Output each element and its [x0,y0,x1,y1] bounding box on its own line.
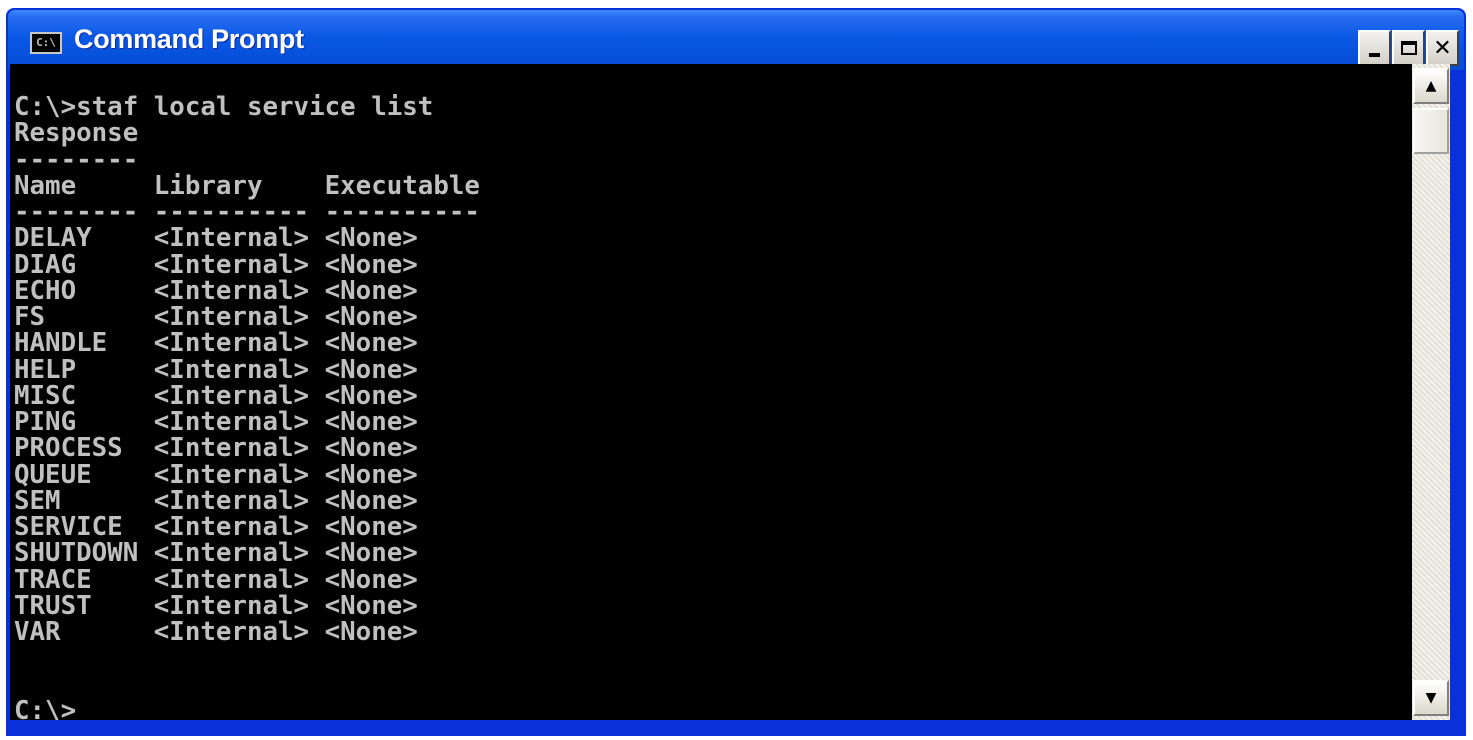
console-line: FS <Internal> <None> [14,302,418,332]
console-line: SEM <Internal> <None> [14,485,418,516]
maximize-button[interactable] [1392,30,1425,66]
console-line: MISC <Internal> <None> [14,380,418,411]
command-prompt-line[interactable]: C:\> [14,697,1412,720]
title-bar[interactable]: C:\ Command Prompt ✕ [8,10,1464,70]
console-line: VAR <Internal> <None> [14,617,418,647]
console-app-icon[interactable]: C:\ [30,32,62,54]
close-button[interactable]: ✕ [1426,30,1459,66]
console-line: HANDLE <Internal> <None> [14,328,418,359]
console-line: TRACE <Internal> <None> [14,564,418,595]
console-line: -------- ---------- ---------- [14,197,480,227]
console-line: PROCESS <Internal> <None> [14,433,418,464]
console-line: SERVICE <Internal> <None> [14,512,418,542]
console-line: SHUTDOWN <Internal> <None> [14,538,418,569]
maximize-icon [1400,41,1417,55]
window-title: Command Prompt [74,24,304,54]
console-line: PING <Internal> <None> [14,407,418,437]
minimize-icon [1369,53,1380,57]
scroll-down-button[interactable]: ▼ [1413,680,1449,716]
scrollbar-thumb[interactable] [1413,108,1449,154]
console-line: -------- [14,144,139,175]
console-line: Response [14,118,139,149]
console-line: ECHO <Internal> <None> [14,275,418,306]
console-line: QUEUE <Internal> <None> [14,459,418,490]
console-line: DIAG <Internal> <None> [14,249,418,280]
minimize-button[interactable] [1358,30,1391,66]
console-output[interactable]: C:\>staf local service list Response -----… [10,64,1412,720]
arrow-up-icon: ▲ [1425,78,1437,94]
close-icon: ✕ [1433,35,1452,61]
arrow-down-icon: ▼ [1425,690,1437,706]
console-line: DELAY <Internal> <None> [14,223,418,254]
console-line: HELP <Internal> <None> [14,354,418,385]
console-line: TRUST <Internal> <None> [14,590,418,621]
scroll-up-button[interactable]: ▲ [1413,68,1449,104]
vertical-scrollbar[interactable]: ▲ ▼ [1412,64,1450,720]
console-line: C:\>staf local service list [14,92,434,122]
console-text: C:\>staf local service list Response -----… [10,64,1412,720]
console-line: Name Library Executable [14,170,480,201]
